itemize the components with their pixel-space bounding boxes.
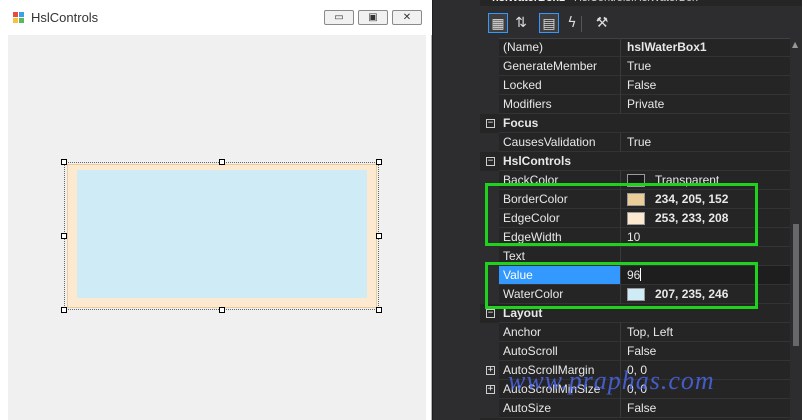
property-value[interactable]: True [621, 57, 790, 76]
row-gutter: − [480, 114, 499, 133]
highlight-color-properties [485, 183, 758, 246]
row-gutter: − [480, 152, 499, 171]
row-gutter [480, 323, 499, 342]
selected-object-name: hslWaterBox1 [492, 0, 565, 4]
row-gutter: + [480, 380, 499, 399]
property-name: GenerateMember [499, 57, 621, 76]
selection-outline [64, 162, 379, 310]
resize-handle-top-right[interactable] [376, 159, 382, 165]
property-row[interactable]: Anchor Top, Left [480, 323, 790, 342]
property-name: AutoScroll [499, 342, 621, 361]
form-title: HslControls [31, 10, 99, 25]
events-icon[interactable]: ϟ [562, 13, 582, 33]
properties-icon[interactable]: ▤ [539, 13, 559, 33]
property-name: AutoSize [499, 399, 621, 418]
resize-handle-bottom[interactable] [219, 307, 225, 313]
scroll-thumb[interactable] [793, 224, 799, 346]
property-value[interactable]: hslWaterBox1 [621, 38, 790, 57]
form-title-bar[interactable]: HslControls ▭ ▣ ✕ [0, 0, 432, 35]
property-value[interactable]: False [621, 76, 790, 95]
property-category[interactable]: − Focus [480, 114, 790, 133]
categorized-icon[interactable]: ▦ [488, 13, 508, 33]
property-value-text: False [627, 344, 657, 358]
property-row[interactable]: Modifiers Private [480, 95, 790, 114]
property-value[interactable]: True [621, 133, 790, 152]
property-value-text: False [627, 401, 657, 415]
highlight-value-watercolor [485, 262, 758, 309]
row-gutter [480, 38, 499, 57]
property-row[interactable]: Locked False [480, 76, 790, 95]
close-button[interactable]: ✕ [392, 10, 422, 25]
property-value-text: Top, Left [627, 325, 674, 339]
property-value[interactable]: False [621, 399, 790, 418]
collapse-icon[interactable]: − [486, 309, 495, 318]
property-value[interactable]: Top, Left [621, 323, 790, 342]
form-designer-surface: HslControls ▭ ▣ ✕ [0, 0, 433, 420]
property-row[interactable]: AutoSize False [480, 399, 790, 418]
designer-form-window[interactable]: HslControls ▭ ▣ ✕ [0, 0, 432, 420]
row-gutter [480, 342, 499, 361]
row-gutter: + [480, 361, 499, 380]
property-value-text: True [627, 135, 652, 149]
expand-icon[interactable]: + [486, 366, 495, 375]
resize-handle-left[interactable] [61, 233, 67, 239]
property-name: Locked [499, 76, 621, 95]
resize-handle-top-left[interactable] [61, 159, 67, 165]
property-value[interactable]: Private [621, 95, 790, 114]
expand-icon[interactable]: + [486, 385, 495, 394]
property-name: Modifiers [499, 95, 621, 114]
category-label: HslControls [499, 152, 790, 171]
property-row[interactable]: AutoScroll False [480, 342, 790, 361]
resize-handle-right[interactable] [376, 233, 382, 239]
category-label: Focus [499, 114, 790, 133]
property-value-text: True [627, 59, 652, 73]
watermark: www.praphas.com [508, 366, 715, 395]
form-app-icon [13, 12, 25, 24]
minimize-button[interactable]: ▭ [324, 10, 354, 25]
row-gutter [480, 95, 499, 114]
property-name: CausesValidation [499, 133, 621, 152]
property-value-text: False [627, 78, 657, 92]
resize-handle-bottom-right[interactable] [376, 307, 382, 313]
property-grid-scrollbar[interactable]: ▲ [790, 38, 802, 420]
maximize-button[interactable]: ▣ [358, 10, 388, 25]
toolbar-separator [581, 16, 582, 32]
resize-handle-bottom-left[interactable] [61, 307, 67, 313]
properties-toolbar: ▦ ⇅ ▤ ϟ ⚒ [480, 6, 802, 39]
alphabetical-icon[interactable]: ⇅ [511, 13, 531, 33]
property-row[interactable]: (Name) hslWaterBox1 [480, 38, 790, 57]
selected-object-type: HslControls.HslWaterBox [574, 0, 698, 4]
property-name: Anchor [499, 323, 621, 342]
resize-handle-top[interactable] [219, 159, 225, 165]
property-row[interactable]: GenerateMember True [480, 57, 790, 76]
scroll-up-arrow-icon[interactable]: ▲ [792, 40, 798, 49]
property-row[interactable]: CausesValidation True [480, 133, 790, 152]
row-gutter [480, 399, 499, 418]
property-value-text: Private [627, 97, 665, 111]
collapse-icon[interactable]: − [486, 119, 495, 128]
row-gutter [480, 57, 499, 76]
property-value-text: hslWaterBox1 [627, 40, 707, 54]
row-gutter [480, 133, 499, 152]
row-gutter [480, 76, 499, 95]
collapse-icon[interactable]: − [486, 157, 495, 166]
property-value[interactable]: False [621, 342, 790, 361]
property-name: (Name) [499, 38, 621, 57]
property-pages-icon[interactable]: ⚒ [592, 13, 612, 33]
property-category[interactable]: − HslControls [480, 152, 790, 171]
